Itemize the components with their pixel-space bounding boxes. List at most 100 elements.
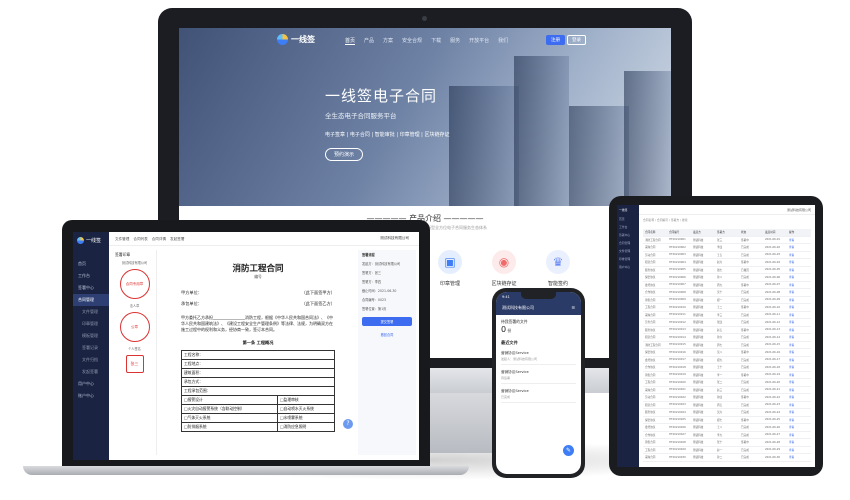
user-name[interactable]: 测试科技有限公司 bbox=[380, 236, 409, 241]
table-cell[interactable]: 查看 bbox=[787, 455, 811, 459]
register-button[interactable]: 注册 bbox=[546, 35, 565, 45]
table-cell[interactable]: 查看 bbox=[787, 440, 811, 444]
feature-item[interactable]: ◉ 区块链存证 bbox=[487, 250, 521, 287]
official-seal[interactable]: 公章 bbox=[119, 312, 150, 342]
feature-item[interactable]: ♛ 智能签约 bbox=[541, 250, 575, 287]
table-row[interactable]: 保密协议 HT20210006 测试科技 孙八 已完成 2021-06-06 查看 bbox=[643, 274, 811, 282]
login-button[interactable]: 登录 bbox=[567, 35, 586, 45]
list-item[interactable]: 营销协议Service 待签署 bbox=[501, 367, 576, 384]
withdraw-link[interactable]: 撤回合同 bbox=[358, 330, 416, 339]
table-row[interactable]: 销售合同 HT20210019 测试科技 李一 签署中 2021-06-19 查看 bbox=[643, 372, 811, 379]
feature-item[interactable]: ▣ 印章管理 bbox=[433, 250, 467, 287]
table-row[interactable]: 销售合同 HT20210028 测试科技 张十 签署中 2021-06-28 查看 bbox=[643, 439, 811, 447]
tablet-menu-item[interactable]: 工作台 bbox=[617, 223, 639, 231]
table-cell[interactable]: 查看 bbox=[787, 245, 811, 249]
tablet-menu-item[interactable]: 首页 bbox=[617, 215, 639, 223]
demo-button[interactable]: 预约演示 bbox=[325, 148, 364, 161]
nav-item[interactable]: 开放平台 bbox=[469, 37, 489, 45]
table-row[interactable]: 消防工程合同 HT20210001 测试科技 张三 签署中 2021-06-01 查看 bbox=[643, 237, 811, 244]
table-row[interactable]: 劳动合同 HT20210003 测试科技 王五 已完成 2021-06-03 查看 bbox=[643, 252, 811, 259]
table-cell[interactable]: 查看 bbox=[787, 373, 811, 377]
table-cell[interactable]: 查看 bbox=[787, 395, 811, 399]
table-cell[interactable]: 查看 bbox=[787, 388, 811, 392]
nav-item[interactable]: 我们 bbox=[498, 37, 508, 45]
table-cell[interactable]: 查看 bbox=[787, 313, 811, 317]
table-row[interactable]: 委托协议 HT20210017 测试科技 郑九 已完成 2021-06-17 查看 bbox=[643, 357, 811, 364]
table-cell[interactable]: 查看 bbox=[787, 380, 811, 384]
nav-item[interactable]: 安全合规 bbox=[402, 37, 422, 45]
table-row[interactable]: 采购合同 HT20210021 测试科技 赵三 已完成 2021-06-21 查看 bbox=[643, 387, 811, 394]
table-row[interactable]: 租赁合同 HT20210004 测试科技 赵六 签署中 2021-06-04 查看 bbox=[643, 259, 811, 267]
table-cell[interactable]: 查看 bbox=[787, 425, 811, 429]
table-cell[interactable]: 查看 bbox=[787, 343, 811, 347]
sidebar-item[interactable]: 首页 bbox=[73, 258, 109, 270]
table-cell[interactable]: 查看 bbox=[787, 433, 811, 437]
table-row[interactable]: 销售合同 HT20210009 测试科技 郑一 已完成 2021-06-09 查看 bbox=[643, 297, 811, 304]
nav-item[interactable]: 首页 bbox=[345, 37, 356, 45]
table-row[interactable]: 租赁合同 HT20210014 测试科技 孙六 已完成 2021-06-14 查看 bbox=[643, 334, 811, 342]
sidebar-item[interactable]: 文件管理 bbox=[73, 306, 109, 318]
table-row[interactable]: 委托协议 HT20210026 测试科技 王八 已完成 2021-06-26 查看 bbox=[643, 424, 811, 432]
tablet-filter[interactable]: 合同名称 / 合同编号 / 签署方 / 搜索 bbox=[643, 218, 811, 224]
company-seal[interactable]: 合同专用章 bbox=[119, 269, 150, 299]
table-row[interactable]: 合作协议 HT20210008 测试科技 吴十 已完成 2021-06-08 查看 bbox=[643, 289, 811, 297]
sidebar-item[interactable]: 签署记录 bbox=[73, 342, 109, 354]
table-cell[interactable]: 查看 bbox=[787, 305, 811, 309]
table-row[interactable]: 消防工程合同 HT20210015 测试科技 周七 已完成 2021-06-15 查看 bbox=[643, 342, 811, 349]
submit-sign-button[interactable]: 提交签署 bbox=[362, 317, 412, 326]
table-cell[interactable]: 查看 bbox=[787, 298, 811, 302]
breadcrumb-item[interactable]: 合同详情 bbox=[152, 237, 166, 242]
pending-card[interactable]: 待我签署的文件 0 份 bbox=[501, 319, 576, 334]
table-row[interactable]: 合作协议 HT20210027 测试科技 李九 已完成 2021-06-27 查看 bbox=[643, 432, 811, 439]
table-cell[interactable]: 查看 bbox=[787, 260, 811, 264]
table-row[interactable]: 委托协议 HT20210007 测试科技 周九 签署中 2021-06-07 查看 bbox=[643, 282, 811, 289]
table-cell[interactable]: 查看 bbox=[787, 403, 811, 407]
table-row[interactable]: 劳务合同 HT20210012 测试科技 张四 已完成 2021-06-12 查看 bbox=[643, 319, 811, 327]
personal-seal[interactable]: 张三 bbox=[125, 355, 144, 373]
nav-item[interactable]: 方案 bbox=[383, 37, 393, 45]
table-cell[interactable]: 查看 bbox=[787, 365, 811, 369]
table-cell[interactable]: 查看 bbox=[787, 448, 811, 452]
table-row[interactable]: 合作协议 HT20210018 测试科技 王十 已完成 2021-06-18 查看 bbox=[643, 364, 811, 372]
sidebar-item[interactable]: 签署中心 bbox=[73, 282, 109, 294]
table-cell[interactable]: 查看 bbox=[787, 290, 811, 294]
table-cell[interactable]: 查看 bbox=[787, 268, 811, 272]
list-item[interactable]: 营销协议Service 发起人：测试科技有限公司 bbox=[501, 348, 576, 365]
table-row[interactable]: 服务协议 HT20210005 测试科技 钱七 已撤回 2021-06-05 查看 bbox=[643, 267, 811, 274]
table-cell[interactable]: 查看 bbox=[787, 320, 811, 324]
tablet-menu-item[interactable]: 印章管理 bbox=[617, 255, 639, 263]
tablet-user[interactable]: 测试科技有限公司 bbox=[787, 208, 811, 212]
tablet-menu-item[interactable]: 签署中心 bbox=[617, 231, 639, 239]
table-cell[interactable]: 查看 bbox=[787, 238, 811, 242]
table-cell[interactable]: 查看 bbox=[787, 335, 811, 339]
table-row[interactable]: 工程合同 HT20210010 测试科技 王二 签署中 2021-06-10 查看 bbox=[643, 304, 811, 312]
table-row[interactable]: 保密协议 HT20210025 测试科技 郑七 签署中 2021-06-25 查看 bbox=[643, 417, 811, 424]
tablet-menu-item[interactable]: 用户中心 bbox=[617, 263, 639, 271]
tablet-menu-item[interactable]: 合同管理 bbox=[617, 239, 639, 247]
tablet-menu-item[interactable]: 文件管理 bbox=[617, 247, 639, 255]
table-row[interactable]: 服务协议 HT20210024 测试科技 吴六 已完成 2021-06-24 查看 bbox=[643, 409, 811, 417]
sidebar-item[interactable]: 用户中心 bbox=[73, 378, 109, 390]
table-row[interactable]: 采购合同 HT20210030 测试科技 孙二 已完成 2021-06-30 查看 bbox=[643, 454, 811, 462]
site-logo[interactable]: 一线签 bbox=[277, 34, 315, 45]
table-row[interactable]: 工程合同 HT20210020 测试科技 张二 已完成 2021-06-20 查看 bbox=[643, 379, 811, 387]
table-cell[interactable]: 查看 bbox=[787, 410, 811, 414]
menu-icon[interactable]: ☰ bbox=[571, 305, 575, 311]
table-cell[interactable]: 查看 bbox=[787, 253, 811, 257]
sidebar-item[interactable]: 工作台 bbox=[73, 270, 109, 282]
breadcrumb-item[interactable]: 文件管理 bbox=[115, 237, 129, 242]
sidebar-item[interactable]: 账户中心 bbox=[73, 390, 109, 402]
sidebar-item[interactable]: 文件归档 bbox=[73, 354, 109, 366]
breadcrumb-item[interactable]: 合同列表 bbox=[133, 237, 147, 242]
table-row[interactable]: 租赁合同 HT20210023 测试科技 周五 已完成 2021-06-23 查看 bbox=[643, 402, 811, 409]
nav-item[interactable]: 下载 bbox=[431, 37, 441, 45]
help-button[interactable]: ? bbox=[343, 419, 353, 429]
table-cell[interactable]: 查看 bbox=[787, 418, 811, 422]
table-row[interactable]: 保密协议 HT20210016 测试科技 吴八 签署中 2021-06-16 查看 bbox=[643, 349, 811, 357]
table-row[interactable]: 劳动合同 HT20210022 测试科技 孙四 签署中 2021-06-22 查看 bbox=[643, 394, 811, 402]
table-row[interactable]: 服务协议 HT20210013 测试科技 赵五 签署中 2021-06-13 查看 bbox=[643, 327, 811, 334]
table-row[interactable]: 工程合同 HT20210029 测试科技 赵一 已完成 2021-06-29 查看 bbox=[643, 447, 811, 454]
table-cell[interactable]: 查看 bbox=[787, 350, 811, 354]
table-row[interactable]: 采购合同 HT20210011 测试科技 李三 已完成 2021-06-11 查看 bbox=[643, 312, 811, 319]
table-cell[interactable]: 查看 bbox=[787, 328, 811, 332]
